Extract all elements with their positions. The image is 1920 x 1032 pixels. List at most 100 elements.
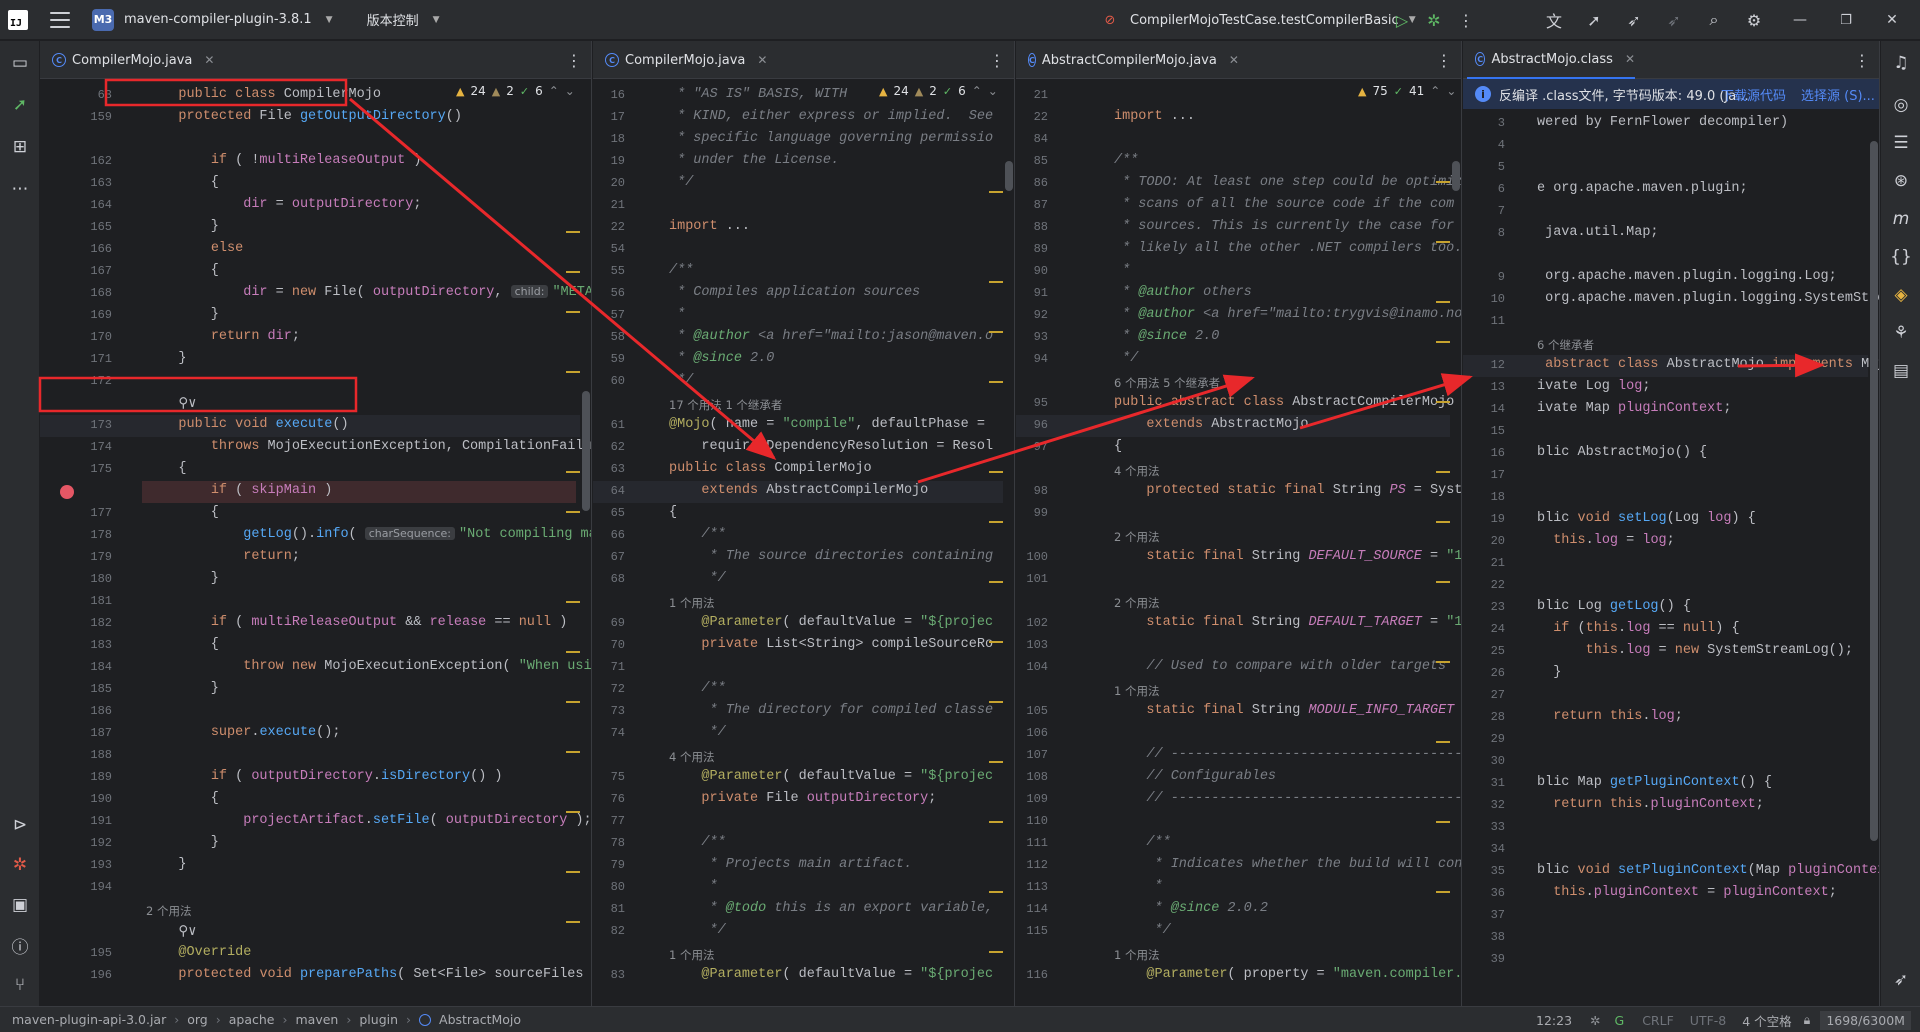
line-number[interactable]: 23 <box>1463 600 1505 614</box>
ai-assistant-icon[interactable]: ◎ <box>1887 91 1915 119</box>
code-line[interactable]: * @since 2.0 <box>669 351 774 366</box>
line-number[interactable]: 114 <box>1016 902 1048 916</box>
close-tab-icon[interactable]: ✕ <box>1229 53 1239 67</box>
line-number[interactable]: 21 <box>1016 88 1048 102</box>
code-line[interactable]: * KIND, either express or implied. See <box>669 109 993 124</box>
line-number[interactable]: 29 <box>1463 732 1505 746</box>
inspection-marker[interactable] <box>566 921 580 923</box>
code-line[interactable]: else <box>146 241 243 256</box>
line-number[interactable]: 83 <box>593 968 625 982</box>
line-number[interactable]: 109 <box>1016 792 1048 806</box>
inspection-marker[interactable] <box>1436 401 1450 403</box>
inspection-marker[interactable] <box>989 191 1003 193</box>
chevron-down-icon[interactable]: ⌄ <box>565 84 575 98</box>
inspection-marker[interactable] <box>1436 741 1450 743</box>
code-line[interactable]: } <box>1537 665 1561 680</box>
minimize-icon[interactable]: — <box>1786 6 1814 34</box>
structure-icon[interactable]: ⊞ <box>6 133 34 161</box>
debug-tool-icon[interactable]: ✲ <box>6 851 34 879</box>
line-number[interactable]: 74 <box>593 726 625 740</box>
code-line[interactable]: */ <box>669 571 726 586</box>
inspection-marker[interactable] <box>989 381 1003 383</box>
line-number[interactable]: 171 <box>40 352 112 366</box>
code-line[interactable]: abstract class AbstractMojo implements M… <box>1537 357 1879 372</box>
inspection-marker[interactable] <box>566 471 580 473</box>
line-number[interactable]: 3 <box>1463 116 1505 130</box>
readonly-lock-icon[interactable]: 🔒︎ <box>1804 1012 1811 1028</box>
line-number[interactable]: 65 <box>593 506 625 520</box>
usage-hint[interactable]: 1 个用法 <box>669 947 714 963</box>
code-line[interactable]: * @since 2.0.2 <box>1114 901 1268 916</box>
line-number[interactable]: 85 <box>1016 154 1048 168</box>
line-number[interactable]: 102 <box>1016 616 1048 630</box>
code-line[interactable]: dir = new File( outputDirectory, child: "… <box>146 285 591 300</box>
code-line[interactable]: * under the License. <box>669 153 839 168</box>
code-line[interactable]: * <box>1114 263 1130 278</box>
code-line[interactable]: } <box>146 857 186 872</box>
project-name[interactable]: maven-compiler-plugin-3.8.1 <box>124 12 312 27</box>
code-line[interactable]: * @author others <box>1114 285 1252 300</box>
inspection-marker[interactable] <box>1436 241 1450 243</box>
line-number[interactable]: 175 <box>40 462 112 476</box>
run-configuration[interactable]: CompilerMojoTestCase.testCompilerBasic <box>1130 13 1399 28</box>
memory-indicator[interactable]: 1698/6300M <box>1820 1010 1911 1030</box>
usage-hint[interactable]: 1 个用法 <box>669 595 714 611</box>
inspection-marker[interactable] <box>566 601 580 603</box>
code-line[interactable]: /** <box>669 835 725 850</box>
inspection-marker[interactable] <box>566 811 580 813</box>
terminal-icon[interactable]: ▣ <box>6 891 34 919</box>
line-number[interactable]: 69 <box>593 616 625 630</box>
line-number[interactable]: 187 <box>40 726 112 740</box>
code-line[interactable]: // Used to compare with older targets <box>1114 659 1446 674</box>
inspection-marker[interactable] <box>566 751 580 753</box>
line-number[interactable]: 88 <box>1016 220 1048 234</box>
line-number[interactable]: 63 <box>593 462 625 476</box>
breadcrumb-item[interactable]: plugin <box>359 1012 398 1027</box>
line-number[interactable]: 97 <box>1016 440 1048 454</box>
chevron-down-icon[interactable]: ▼ <box>326 15 333 25</box>
line-number[interactable]: 112 <box>1016 858 1048 872</box>
code-line[interactable]: protected static final String PS = Syst <box>1114 483 1461 498</box>
line-number[interactable]: 31 <box>1463 776 1505 790</box>
code-line[interactable]: java.util.Map; <box>1537 225 1658 240</box>
inspection-marker[interactable] <box>566 231 580 233</box>
line-number[interactable]: 62 <box>593 440 625 454</box>
code-line[interactable]: super.execute(); <box>146 725 341 740</box>
code-line[interactable]: /** <box>669 681 725 696</box>
vcs-menu[interactable]: 版本控制 <box>367 10 419 29</box>
inspection-widget[interactable]: ▲ 24 ▲ 2 ✓ 6 ⌃ ⌄ <box>456 81 575 101</box>
code-line[interactable]: ivate Map pluginContext; <box>1537 401 1731 416</box>
intellij-logo-icon[interactable]: IJ <box>8 9 28 30</box>
editor-tab[interactable]: C CompilerMojo.java ✕ <box>597 41 773 79</box>
code-line[interactable]: } <box>146 351 186 366</box>
line-number[interactable]: 70 <box>593 638 625 652</box>
google-icon[interactable]: G <box>1615 1013 1625 1028</box>
inspection-marker[interactable] <box>1436 471 1450 473</box>
line-number[interactable]: 168 <box>40 286 112 300</box>
line-number[interactable]: 103 <box>1016 638 1048 652</box>
code-line[interactable]: if ( outputDirectory.isDirectory() ) <box>146 769 503 784</box>
code-line[interactable]: return this.pluginContext; <box>1537 797 1764 812</box>
code-line[interactable]: * @todo this is an export variable, <box>669 901 994 916</box>
caret-position[interactable]: 12:23 <box>1536 1013 1572 1028</box>
search-icon[interactable]: ⌕ <box>1700 6 1728 34</box>
download-sources-link[interactable]: 下载源代码 <box>1721 85 1786 104</box>
code-line[interactable]: /** <box>1114 153 1138 168</box>
line-number[interactable]: 91 <box>1016 286 1048 300</box>
code-line[interactable]: */ <box>1114 923 1171 938</box>
device-icon[interactable]: ▤ <box>1887 357 1915 385</box>
code-line[interactable]: // Configurables <box>1114 769 1276 784</box>
line-number[interactable]: 108 <box>1016 770 1048 784</box>
line-number[interactable]: 186 <box>40 704 112 718</box>
usage-hint[interactable]: 1 个用法 <box>1114 683 1159 699</box>
line-number[interactable]: 22 <box>1016 110 1048 124</box>
line-number[interactable]: 179 <box>40 550 112 564</box>
code-line[interactable]: { <box>146 637 219 652</box>
line-number[interactable]: 6 <box>1463 182 1505 196</box>
code-line[interactable]: { <box>146 461 186 476</box>
line-number[interactable]: 183 <box>40 638 112 652</box>
indent-setting[interactable]: 4 个空格 <box>1742 1011 1791 1030</box>
code-line[interactable]: public abstract class AbstractCompilerMo… <box>1114 395 1454 410</box>
project-badge[interactable]: M3 <box>92 8 114 31</box>
inspection-marker[interactable] <box>566 871 580 873</box>
